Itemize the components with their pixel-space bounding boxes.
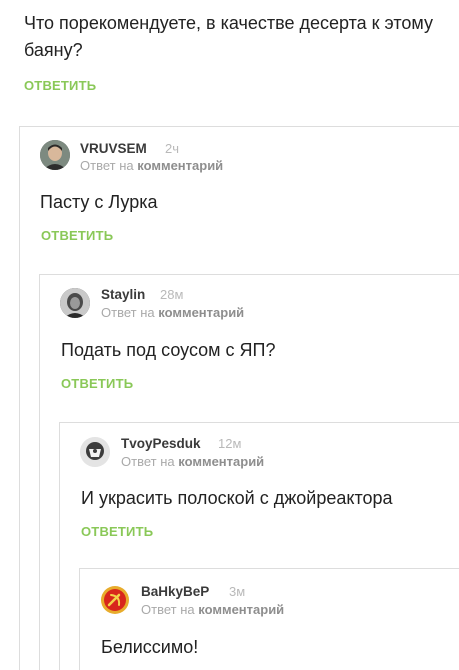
hammer-sickle-avatar-icon[interactable] — [100, 585, 130, 615]
user-avatar-icon[interactable] — [80, 437, 110, 467]
comment-author[interactable]: BaHkyBeP — [141, 584, 209, 599]
reply-button[interactable]: ОТВЕТИТЬ — [41, 228, 113, 243]
comment-text: И украсить полоской с джойреактора — [81, 488, 393, 508]
reply-to-meta: Ответ на комментарий — [80, 158, 223, 173]
comment-time: 2ч — [165, 141, 180, 156]
user-avatar-icon[interactable] — [40, 140, 70, 170]
reply-button[interactable]: ОТВЕТИТЬ — [81, 524, 153, 539]
thread-line-1 — [19, 126, 20, 670]
thread-divider-4 — [79, 568, 459, 569]
comment-author[interactable]: Staylin — [101, 287, 145, 302]
root-comment-text: Что порекомендуете, в качестве десерта к… — [24, 13, 433, 60]
reply-button[interactable]: ОТВЕТИТЬ — [61, 376, 133, 391]
thread-line-3 — [59, 422, 60, 670]
thread-line-2 — [39, 274, 40, 670]
comment-author[interactable]: TvoyPesduk — [121, 436, 201, 451]
thread-line-4 — [79, 568, 80, 670]
comment-time: 3м — [229, 584, 246, 599]
reply-to-prefix: Ответ на — [101, 305, 155, 320]
reply-to-meta: Ответ на комментарий — [141, 602, 284, 617]
comment-text: Белиссимо! — [101, 637, 199, 657]
comment-time: 28м — [160, 287, 184, 302]
reply-to-meta: Ответ на комментарий — [121, 454, 264, 469]
comment-text: Подать под соусом с ЯП? — [61, 340, 276, 360]
reply-to-link[interactable]: комментарий — [178, 454, 264, 469]
thread-divider-3 — [59, 422, 459, 423]
reply-to-prefix: Ответ на — [141, 602, 195, 617]
reply-to-link[interactable]: комментарий — [198, 602, 284, 617]
reply-to-prefix: Ответ на — [121, 454, 175, 469]
root-reply-button[interactable]: ОТВЕТИТЬ — [24, 78, 96, 93]
thread-divider-2 — [39, 274, 459, 275]
comment-time: 12м — [218, 436, 242, 451]
thread-divider-1 — [19, 126, 459, 127]
reply-to-prefix: Ответ на — [80, 158, 134, 173]
reply-to-link[interactable]: комментарий — [158, 305, 244, 320]
comment-text: Пасту с Лурка — [40, 192, 158, 212]
reply-to-link[interactable]: комментарий — [137, 158, 223, 173]
comment-author[interactable]: VRUVSEM — [80, 141, 147, 156]
reply-to-meta: Ответ на комментарий — [101, 305, 244, 320]
user-avatar-icon[interactable] — [60, 288, 90, 318]
